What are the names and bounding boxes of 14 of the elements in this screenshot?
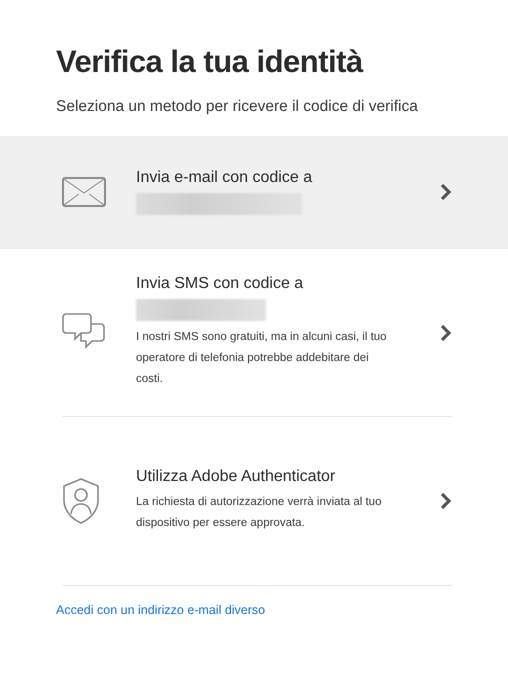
chevron-right-icon — [440, 492, 452, 510]
option-note: La richiesta di autorizzazione verrà inviata al tuo dispositivo per essere approvata. — [136, 495, 382, 531]
option-label: Utilizza Adobe Authenticator — [136, 468, 336, 486]
envelope-icon — [62, 177, 106, 207]
option-label: Invia SMS con codice a — [136, 275, 304, 293]
option-label: Invia e-mail con codice a — [136, 169, 314, 187]
subtitle: Seleziona un metodo per ricevere il codice di verifica — [56, 98, 419, 116]
chevron-right-icon — [440, 183, 452, 201]
chevron-right-icon — [440, 324, 452, 342]
verification-option[interactable]: Invia e-mail con codice a — [0, 136, 508, 249]
page-title: Verifica la tua identità — [56, 44, 364, 80]
shield-user-icon — [62, 478, 100, 524]
option-note: I nostri SMS sono gratuiti, ma in alcuni casi, il tuo operatore di telefonia potrebbe addebitare dei costi. — [136, 330, 388, 387]
different-email-link[interactable]: Accedi con un indirizzo e-mail diverso — [56, 603, 266, 617]
